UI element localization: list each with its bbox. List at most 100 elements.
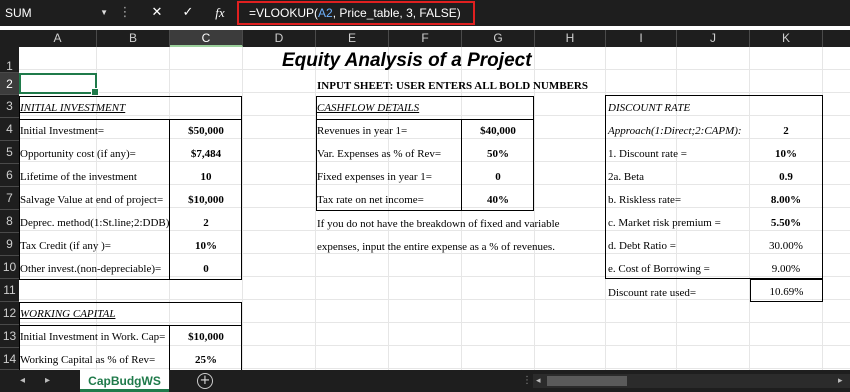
opportunity-cost-label: Opportunity cost (if any)= bbox=[20, 148, 136, 160]
var-expenses-value[interactable]: 50% bbox=[462, 143, 534, 165]
scroll-left-icon[interactable]: ◂ bbox=[536, 370, 541, 392]
chevron-down-icon[interactable]: ▼ bbox=[100, 0, 108, 26]
opportunity-cost-value[interactable]: $7,484 bbox=[170, 143, 242, 165]
page-title: Equity Analysis of a Project bbox=[282, 50, 532, 71]
work-cap-initial-value[interactable]: $10,000 bbox=[170, 326, 242, 348]
fixed-expenses-label: Fixed expenses in year 1= bbox=[317, 171, 432, 183]
scroll-tabs-left-icon[interactable]: ◂ bbox=[20, 370, 25, 392]
row-header[interactable]: 4 bbox=[0, 118, 19, 141]
scrollbar-thumb[interactable] bbox=[547, 376, 627, 386]
riskless-rate-value[interactable]: 8.00% bbox=[750, 189, 822, 211]
column-header-f[interactable]: F bbox=[389, 30, 462, 47]
discount-rate-direct-label: 1. Discount rate = bbox=[608, 148, 687, 160]
work-cap-pct-label: Working Capital as % of Rev= bbox=[20, 354, 156, 366]
column-header-a[interactable]: A bbox=[19, 30, 97, 47]
insert-function-button[interactable]: fx bbox=[207, 0, 233, 26]
tab-splitter-icon[interactable]: ⋮ bbox=[522, 370, 532, 392]
debt-ratio-label: d. Debt Ratio = bbox=[608, 240, 676, 252]
horizontal-scrollbar[interactable]: ◂ ▸ bbox=[533, 374, 850, 388]
column-header-i[interactable]: I bbox=[606, 30, 677, 47]
riskless-rate-label: b. Riskless rate= bbox=[608, 194, 682, 206]
row-header[interactable]: 14 bbox=[0, 348, 19, 370]
row-header[interactable]: 5 bbox=[0, 141, 19, 164]
formula-prefix: =VLOOKUP( bbox=[249, 6, 319, 20]
more-options-icon[interactable]: ⋮ bbox=[118, 0, 132, 26]
discount-rate-used-value[interactable]: 10.69% bbox=[750, 281, 823, 303]
formula-bar: SUM ▼ ⋮ ✕ ✓ fx =VLOOKUP(A2, Price_table,… bbox=[0, 0, 850, 26]
tax-rate-value[interactable]: 40% bbox=[462, 189, 534, 211]
fixed-expenses-value[interactable]: 0 bbox=[462, 166, 534, 188]
lifetime-value[interactable]: 10 bbox=[170, 166, 242, 188]
column-header-j[interactable]: J bbox=[677, 30, 750, 47]
discount-rate-heading: DISCOUNT RATE bbox=[608, 102, 691, 114]
name-box-value: SUM bbox=[5, 6, 32, 20]
discount-rate-direct-value[interactable]: 10% bbox=[750, 143, 822, 165]
row-header[interactable]: 9 bbox=[0, 233, 19, 256]
initial-investment-heading: INITIAL INVESTMENT bbox=[20, 102, 126, 114]
tax-rate-label: Tax rate on net income= bbox=[317, 194, 424, 206]
salvage-value-value[interactable]: $10,000 bbox=[170, 189, 242, 211]
row-header[interactable]: 6 bbox=[0, 164, 19, 187]
column-header-g[interactable]: G bbox=[462, 30, 535, 47]
cashflow-note-line1: If you do not have the breakdown of fixe… bbox=[317, 218, 560, 230]
row-header[interactable]: 11 bbox=[0, 279, 19, 302]
other-invest-value[interactable]: 0 bbox=[170, 258, 242, 280]
row-headers: 1 2 3 4 5 6 7 8 9 10 11 12 13 14 bbox=[0, 47, 19, 370]
initial-investment-value[interactable]: $50,000 bbox=[170, 120, 242, 142]
work-cap-initial-label: Initial Investment in Work. Cap= bbox=[20, 331, 166, 343]
worksheet-grid[interactable]: Equity Analysis of a Project INPUT SHEET… bbox=[19, 47, 850, 370]
tax-credit-value[interactable]: 10% bbox=[170, 235, 242, 257]
column-header-b[interactable]: B bbox=[97, 30, 170, 47]
deprec-method-value[interactable]: 2 bbox=[170, 212, 242, 234]
tax-credit-label: Tax Credit (if any )= bbox=[20, 240, 111, 252]
var-expenses-label: Var. Expenses as % of Rev= bbox=[317, 148, 442, 160]
row-header[interactable]: 13 bbox=[0, 325, 19, 348]
deprec-method-label: Deprec. method(1:St.line;2:DDB) bbox=[20, 217, 170, 229]
column-header-c[interactable]: C bbox=[170, 30, 243, 47]
formula-suffix: , Price_table, 3, FALSE) bbox=[332, 6, 461, 20]
cashflow-heading: CASHFLOW DETAILS bbox=[317, 102, 420, 114]
selected-cell[interactable] bbox=[19, 73, 99, 96]
scroll-right-icon[interactable]: ▸ bbox=[838, 370, 843, 392]
enter-button[interactable]: ✓ bbox=[175, 0, 201, 26]
initial-investment-label: Initial Investment= bbox=[20, 125, 105, 137]
market-risk-value[interactable]: 5.50% bbox=[750, 212, 822, 234]
cancel-button[interactable]: ✕ bbox=[144, 0, 170, 26]
column-header-h[interactable]: H bbox=[535, 30, 606, 47]
row-header[interactable]: 8 bbox=[0, 210, 19, 233]
column-header-d[interactable]: D bbox=[243, 30, 316, 47]
row-header[interactable]: 10 bbox=[0, 256, 19, 279]
input-note: INPUT SHEET: USER ENTERS ALL BOLD NUMBER… bbox=[317, 80, 588, 92]
sheet-tab-capbudgws[interactable]: CapBudgWS bbox=[80, 370, 169, 392]
row-header[interactable]: 3 bbox=[0, 95, 19, 118]
scroll-tabs-right-icon[interactable]: ▸ bbox=[45, 370, 50, 392]
approach-label: Approach(1:Direct;2:CAPM): bbox=[608, 125, 742, 137]
revenues-value[interactable]: $40,000 bbox=[462, 120, 534, 142]
row-header[interactable]: 7 bbox=[0, 187, 19, 210]
row-header[interactable]: 1 bbox=[0, 47, 19, 73]
row-header[interactable]: 12 bbox=[0, 302, 19, 325]
work-cap-pct-value[interactable]: 25% bbox=[170, 349, 242, 370]
cost-of-borrowing-label: e. Cost of Borrowing = bbox=[608, 263, 710, 275]
other-invest-label: Other invest.(non-depreciable)= bbox=[20, 263, 162, 275]
working-capital-heading: WORKING CAPITAL bbox=[20, 308, 116, 320]
add-sheet-button[interactable]: + bbox=[197, 373, 213, 389]
discount-rate-used-label: Discount rate used= bbox=[608, 287, 697, 299]
approach-value[interactable]: 2 bbox=[750, 120, 822, 142]
column-headers: A B C D E F G H I J K bbox=[0, 30, 850, 47]
name-box[interactable]: SUM ▼ bbox=[0, 0, 116, 26]
cost-of-borrowing-value[interactable]: 9.00% bbox=[750, 258, 822, 280]
beta-value[interactable]: 0.9 bbox=[750, 166, 822, 188]
debt-ratio-value[interactable]: 30.00% bbox=[750, 235, 822, 257]
revenues-label: Revenues in year 1= bbox=[317, 125, 408, 137]
cashflow-note-line2: expenses, input the entire expense as a … bbox=[317, 241, 555, 253]
lifetime-label: Lifetime of the investment bbox=[20, 171, 137, 183]
beta-label: 2a. Beta bbox=[608, 171, 645, 183]
salvage-value-label: Salvage Value at end of project= bbox=[20, 194, 164, 206]
formula-cell-ref: A2 bbox=[318, 6, 333, 20]
formula-input[interactable]: =VLOOKUP(A2, Price_table, 3, FALSE) bbox=[237, 1, 475, 25]
row-header[interactable]: 2 bbox=[0, 73, 19, 95]
column-header-k[interactable]: K bbox=[750, 30, 823, 47]
sheet-tab-bar: ◂ ▸ CapBudgWS + ⋮ ◂ ▸ bbox=[0, 370, 850, 392]
column-header-e[interactable]: E bbox=[316, 30, 389, 47]
